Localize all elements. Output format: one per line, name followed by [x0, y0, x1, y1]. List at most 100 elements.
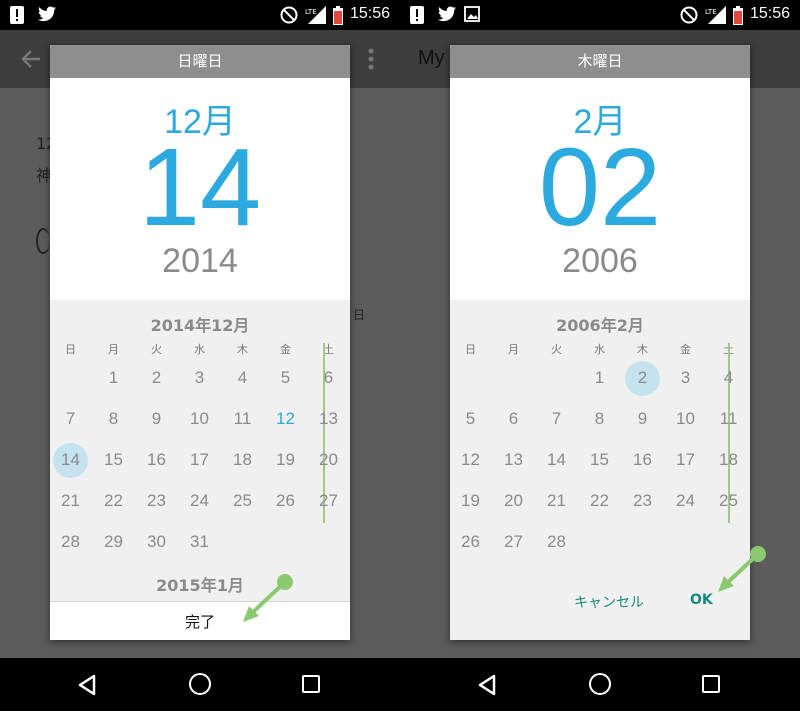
calendar-day-label: 28: [547, 532, 566, 551]
calendar-day[interactable]: 18: [221, 440, 264, 480]
calendar-day[interactable]: 6: [307, 358, 350, 398]
calendar-day-label: 26: [461, 532, 480, 551]
calendar-day[interactable]: 1: [578, 358, 621, 398]
calendar-day[interactable]: 4: [221, 358, 264, 398]
calendar-day-label: 13: [319, 409, 338, 428]
calendar-day[interactable]: 6: [492, 399, 535, 439]
weekday-header: 月: [508, 343, 519, 356]
header-year[interactable]: 2014: [50, 242, 350, 281]
side-label: 日: [353, 308, 366, 322]
dialog-weekday: 日曜日: [50, 45, 350, 78]
nav-recents-icon[interactable]: [302, 675, 320, 693]
calendar-day[interactable]: 26: [264, 481, 307, 521]
do-not-disturb-icon: [680, 6, 698, 28]
nav-recents-icon[interactable]: [702, 675, 720, 693]
image-icon: [464, 6, 480, 26]
weekday-header: 月: [108, 343, 119, 356]
calendar-day[interactable]: 15: [92, 440, 135, 480]
calendar-day[interactable]: 12: [450, 440, 492, 480]
calendar-day[interactable]: 9: [135, 399, 178, 439]
calendar-day[interactable]: 5: [264, 358, 307, 398]
svg-text:LTE: LTE: [305, 8, 317, 16]
overflow-menu-icon[interactable]: [368, 48, 374, 74]
header-day[interactable]: 02: [450, 133, 750, 243]
calendar-day[interactable]: 27: [307, 481, 350, 521]
calendar-day[interactable]: 16: [135, 440, 178, 480]
calendar-day-label: 16: [633, 450, 652, 469]
calendar-day[interactable]: 28: [50, 522, 92, 562]
calendar-day[interactable]: 25: [221, 481, 264, 521]
calendar-day[interactable]: 10: [178, 399, 221, 439]
calendar-day-label: 6: [508, 409, 519, 428]
calendar-day[interactable]: 15: [578, 440, 621, 480]
calendar-day[interactable]: 14: [50, 440, 92, 480]
calendar-day[interactable]: 10: [664, 399, 707, 439]
calendar-day[interactable]: 22: [92, 481, 135, 521]
nav-back-icon[interactable]: [477, 674, 497, 700]
calendar-day[interactable]: 24: [664, 481, 707, 521]
calendar-day[interactable]: 23: [621, 481, 664, 521]
nav-home-icon[interactable]: [589, 673, 611, 695]
calendar-day-label: 12: [276, 409, 295, 428]
calendar-day-label: 23: [633, 491, 652, 510]
calendar-day[interactable]: 13: [492, 440, 535, 480]
nav-back-icon[interactable]: [77, 674, 97, 700]
calendar-day[interactable]: 22: [578, 481, 621, 521]
twitter-icon: [38, 6, 56, 26]
cancel-button[interactable]: キャンセル: [574, 592, 644, 612]
calendar-day[interactable]: 11: [221, 399, 264, 439]
weekday-header: 日: [465, 343, 476, 356]
header-day[interactable]: 14: [50, 133, 350, 243]
calendar-month-title: 2014年12月: [150, 316, 250, 335]
calendar-day[interactable]: 21: [50, 481, 92, 521]
calendar-day[interactable]: 19: [450, 481, 492, 521]
calendar-day-label: 28: [61, 532, 80, 551]
calendar-day[interactable]: 2: [135, 358, 178, 398]
calendar-day[interactable]: 14: [535, 440, 578, 480]
lte-signal-icon: LTE: [704, 6, 726, 28]
calendar-day[interactable]: 20: [307, 440, 350, 480]
calendar-day[interactable]: 12: [264, 399, 307, 439]
calendar-day-label: 4: [237, 368, 248, 387]
calendar-day[interactable]: 16: [621, 440, 664, 480]
calendar-day-label: 8: [594, 409, 605, 428]
calendar-day[interactable]: 7: [50, 399, 92, 439]
calendar-day-label: 3: [680, 368, 691, 387]
calendar-day[interactable]: 8: [92, 399, 135, 439]
calendar-day[interactable]: 29: [92, 522, 135, 562]
annotation-arrow: [243, 574, 293, 622]
calendar-day[interactable]: 3: [178, 358, 221, 398]
calendar-day[interactable]: 26: [450, 522, 492, 562]
calendar-day[interactable]: 1: [92, 358, 135, 398]
back-arrow-icon[interactable]: [20, 48, 42, 74]
calendar-day[interactable]: 20: [492, 481, 535, 521]
calendar-day[interactable]: 31: [178, 522, 221, 562]
calendar-day[interactable]: 3: [664, 358, 707, 398]
calendar-day-label: 11: [233, 409, 252, 428]
calendar-day[interactable]: 17: [178, 440, 221, 480]
calendar-day[interactable]: 13: [307, 399, 350, 439]
calendar-day-label: 5: [280, 368, 291, 387]
calendar-day[interactable]: 30: [135, 522, 178, 562]
calendar-day[interactable]: 28: [535, 522, 578, 562]
calendar-day[interactable]: 21: [535, 481, 578, 521]
calendar-day[interactable]: 5: [450, 399, 492, 439]
date-picker-dialog: 日曜日 12月 14 2014 2014年12月 2015年1月 日 月 火 水 木 金 土…: [50, 45, 350, 640]
calendar-day-label: 10: [190, 409, 209, 428]
done-button[interactable]: 完了: [50, 602, 350, 640]
header-year[interactable]: 2006: [450, 242, 750, 281]
weekday-header: 日: [65, 343, 76, 356]
nav-home-icon[interactable]: [189, 673, 211, 695]
calendar-day[interactable]: 19: [264, 440, 307, 480]
calendar-day[interactable]: 9: [621, 399, 664, 439]
calendar-day[interactable]: 27: [492, 522, 535, 562]
calendar-day[interactable]: 24: [178, 481, 221, 521]
calendar-day[interactable]: 17: [664, 440, 707, 480]
calendar-day[interactable]: 8: [578, 399, 621, 439]
weekday-header: 火: [151, 343, 162, 356]
calendar-day[interactable]: 2: [621, 358, 664, 398]
calendar-day[interactable]: 7: [535, 399, 578, 439]
calendar-grid: 2006年2月 日月火水木金土1234567891011121314151617…: [450, 300, 750, 568]
calendar-day[interactable]: 23: [135, 481, 178, 521]
calendar-day-label: 26: [276, 491, 295, 510]
